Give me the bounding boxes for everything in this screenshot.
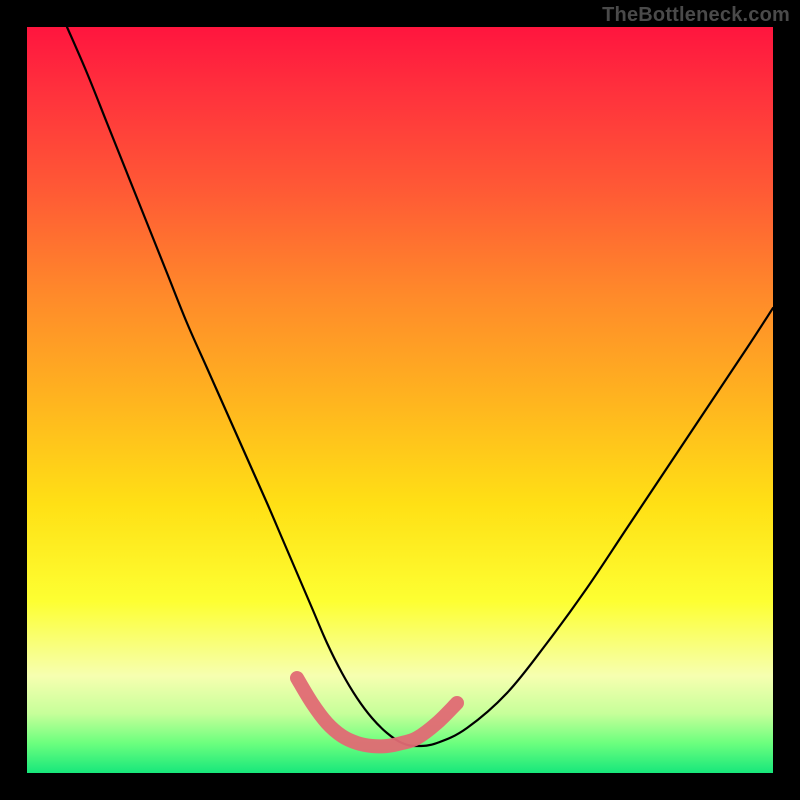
curve-layer [27,27,773,773]
black-curve [67,27,773,746]
plot-area [27,27,773,773]
watermark-text: TheBottleneck.com [602,4,790,27]
chart-frame: TheBottleneck.com [0,0,800,800]
pink-highlight [297,678,457,746]
